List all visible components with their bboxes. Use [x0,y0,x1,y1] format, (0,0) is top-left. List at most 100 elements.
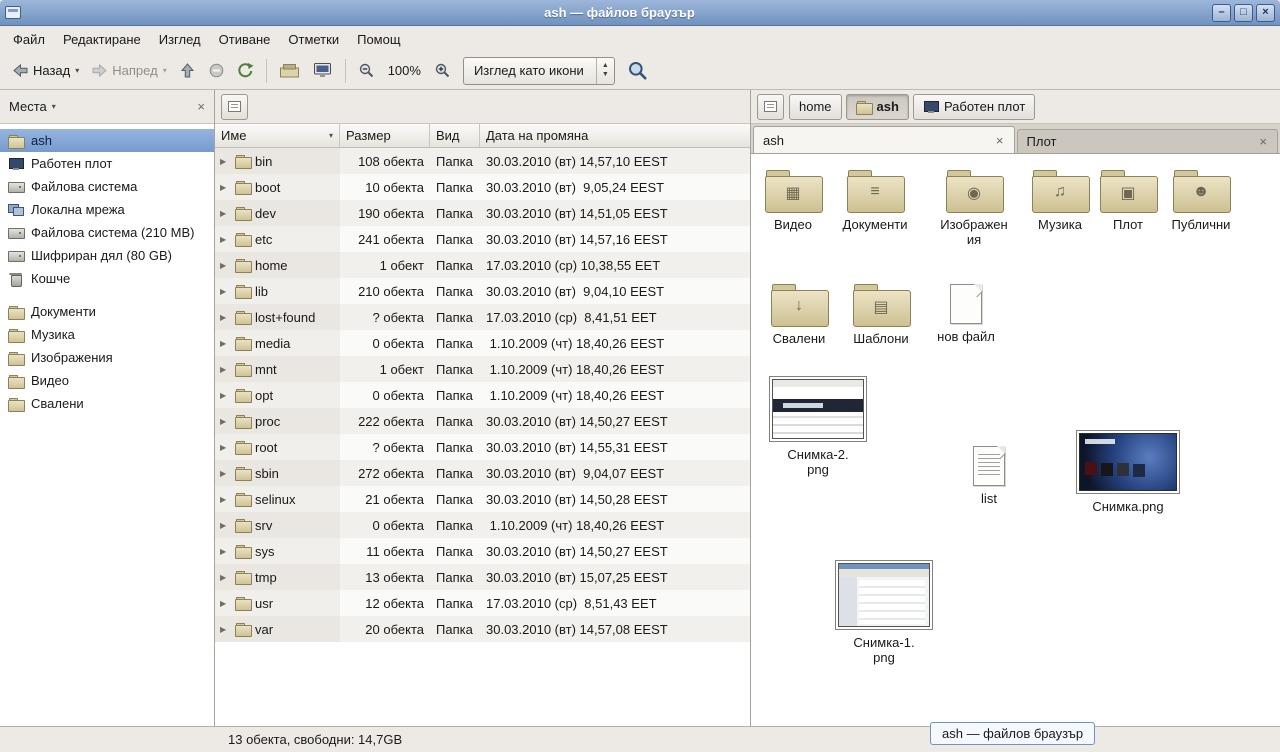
sidebar-close-icon[interactable]: × [197,99,205,114]
breadcrumb-ash[interactable]: ash [846,94,909,120]
table-row[interactable]: ▶srv0 обектаПапка 1.10.2009 (чт) 18,40,2… [215,512,750,538]
icon-view-item-desktop[interactable]: ▣Плот [1086,170,1170,232]
table-row[interactable]: ▶home1 обектПапка17.03.2010 (ср) 10,38,5… [215,252,750,278]
combo-spinner-icon[interactable]: ▲ ▼ [596,58,614,84]
tab-close-button[interactable]: × [1258,134,1268,149]
expander-icon[interactable]: ▶ [220,521,231,530]
table-row[interactable]: ▶usr12 обектаПапка17.03.2010 (ср) 8,51,4… [215,590,750,616]
icon-view-item-templates[interactable]: ▤Шаблони [839,284,923,346]
table-row[interactable]: ▶sbin272 обектаПапка30.03.2010 (вт) 9,04… [215,460,750,486]
table-row[interactable]: ▶boot10 обектаПапка30.03.2010 (вт) 9,05,… [215,174,750,200]
expander-icon[interactable]: ▶ [220,287,231,296]
table-row[interactable]: ▶lib210 обектаПапка30.03.2010 (вт) 9,04,… [215,278,750,304]
icon-view-item-snimka-1[interactable]: Снимка-1.png [834,560,934,666]
maximize-button[interactable]: □ [1234,4,1253,22]
close-button[interactable]: × [1256,4,1275,22]
table-row[interactable]: ▶selinux21 обектаПапка30.03.2010 (вт) 14… [215,486,750,512]
table-row[interactable]: ▶opt0 обектаПапка 1.10.2009 (чт) 18,40,2… [215,382,750,408]
menu-item-view[interactable]: Изглед [150,28,210,51]
up-button[interactable] [173,56,202,86]
sidebar-item-downloads[interactable]: Свалени [0,392,214,415]
stop-button[interactable] [202,56,231,86]
table-row[interactable]: ▶etc241 обектаПапка30.03.2010 (вт) 14,57… [215,226,750,252]
sidebar-title[interactable]: Места [9,99,47,114]
computer-button[interactable] [306,56,339,86]
expander-icon[interactable]: ▶ [220,313,231,322]
table-row[interactable]: ▶sys11 обектаПапка30.03.2010 (вт) 14,50,… [215,538,750,564]
expander-icon[interactable]: ▶ [220,495,231,504]
icon-view-item-list[interactable]: list [947,446,1031,506]
sidebar-item-trash[interactable]: Кошче [0,267,214,290]
breadcrumb-home[interactable]: home [789,94,842,120]
expander-icon[interactable]: ▶ [220,547,231,556]
icon-view-item-videos[interactable]: ▦Видео [751,170,835,232]
forward-history-chevron-icon[interactable]: ▾ [163,66,167,75]
tab-plot[interactable]: Плот× [1017,129,1279,153]
location-toggle-button[interactable] [221,94,248,120]
sidebar-item-filesystem[interactable]: Файлова система [0,175,214,198]
expander-icon[interactable]: ▶ [220,365,231,374]
table-row[interactable]: ▶media0 обектаПапка 1.10.2009 (чт) 18,40… [215,330,750,356]
expander-icon[interactable]: ▶ [220,469,231,478]
table-row[interactable]: ▶proc222 обектаПапка30.03.2010 (вт) 14,5… [215,408,750,434]
expander-icon[interactable]: ▶ [220,157,231,166]
search-button[interactable] [621,56,654,86]
icon-view-item-documents[interactable]: ≡Документи [833,170,917,232]
tab-close-button[interactable]: × [995,133,1005,148]
sidebar-item-documents[interactable]: Документи [0,300,214,323]
table-row[interactable]: ▶dev190 обектаПапка30.03.2010 (вт) 14,51… [215,200,750,226]
menu-item-bookmarks[interactable]: Отметки [279,28,348,51]
sidebar-item-ash[interactable]: ash [0,129,214,152]
column-header-type[interactable]: Вид [430,124,480,147]
tab-ash[interactable]: ash× [753,126,1015,153]
column-header-date[interactable]: Дата на промяна [480,124,750,147]
expander-icon[interactable]: ▶ [220,183,231,192]
table-row[interactable]: ▶var20 обектаПапка30.03.2010 (вт) 14,57,… [215,616,750,642]
sidebar-item-desktop[interactable]: Работен плот [0,152,214,175]
zoom-out-button[interactable] [352,56,381,86]
expander-icon[interactable]: ▶ [220,339,231,348]
expander-icon[interactable]: ▶ [220,417,231,426]
column-header-size[interactable]: Размер [340,124,430,147]
titlebar[interactable]: ash — файлов браузър – □ × [0,0,1280,26]
sidebar-item-encrypted-80gb[interactable]: Шифриран дял (80 GB) [0,244,214,267]
expander-icon[interactable]: ▶ [220,443,231,452]
menu-item-edit[interactable]: Редактиране [54,28,150,51]
expander-icon[interactable]: ▶ [220,599,231,608]
expander-icon[interactable]: ▶ [220,573,231,582]
sidebar-chevron-icon[interactable]: ▾ [52,102,56,111]
location-toggle-button[interactable] [757,94,784,120]
back-history-chevron-icon[interactable]: ▾ [75,66,79,75]
forward-button[interactable]: Напред ▾ [85,56,172,86]
expander-icon[interactable]: ▶ [220,235,231,244]
column-header-name[interactable]: Име ▾ [215,124,340,147]
icon-view-item-snimka-2[interactable]: Снимка-2.png [768,376,868,478]
table-row[interactable]: ▶root? обектаПапка30.03.2010 (вт) 14,55,… [215,434,750,460]
icon-view-item-pictures[interactable]: ◉Изображения [932,170,1016,248]
icon-view-item-snimka[interactable]: Снимка.png [1074,430,1182,514]
expander-icon[interactable]: ▶ [220,261,231,270]
sidebar-item-music[interactable]: Музика [0,323,214,346]
icon-view-item-downloads[interactable]: ↓Свалени [757,284,841,346]
sidebar-item-pictures[interactable]: Изображения [0,346,214,369]
home-button[interactable] [273,56,306,86]
expander-icon[interactable]: ▶ [220,625,231,634]
menu-item-go[interactable]: Отиване [210,28,280,51]
back-button[interactable]: Назад ▾ [6,56,85,86]
zoom-in-button[interactable] [428,56,457,86]
menu-item-file[interactable]: Файл [4,28,54,51]
menu-item-help[interactable]: Помощ [348,28,409,51]
table-row[interactable]: ▶tmp13 обектаПапка30.03.2010 (вт) 15,07,… [215,564,750,590]
table-row[interactable]: ▶lost+found? обектаПапка17.03.2010 (ср) … [215,304,750,330]
expander-icon[interactable]: ▶ [220,391,231,400]
view-mode-select[interactable]: Изглед като икони ▲ ▼ [463,57,615,85]
expander-icon[interactable]: ▶ [220,209,231,218]
icon-view-item-new-file[interactable]: нов файл [924,284,1008,344]
minimize-button[interactable]: – [1212,4,1231,22]
table-row[interactable]: ▶mnt1 обектПапка 1.10.2009 (чт) 18,40,26… [215,356,750,382]
sidebar-item-filesystem-210mb[interactable]: Файлова система (210 MB) [0,221,214,244]
sidebar-item-local-network[interactable]: Локална мрежа [0,198,214,221]
sidebar-item-videos[interactable]: Видео [0,369,214,392]
icon-view-item-public[interactable]: ☻Публични [1159,170,1243,232]
reload-button[interactable] [231,56,260,86]
